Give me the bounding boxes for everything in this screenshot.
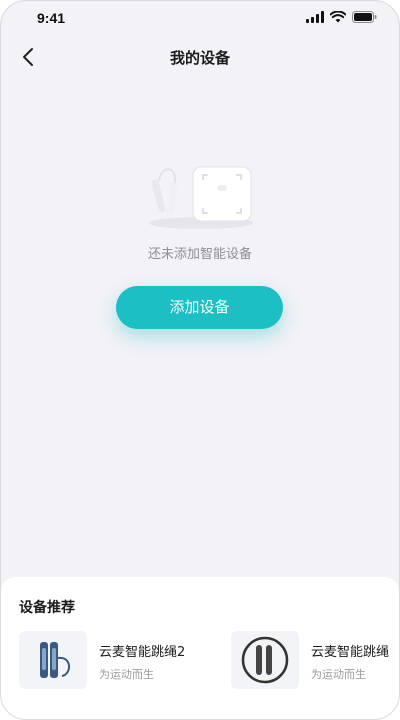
- signal-icon: [306, 11, 324, 23]
- status-icons: [306, 11, 377, 23]
- recommend-item[interactable]: 云麦智能跳绳 为运动而生: [231, 631, 399, 689]
- product-desc: 为运动而生: [99, 668, 154, 681]
- jump-rope-icon: [40, 642, 70, 678]
- status-time: 9:41: [37, 10, 66, 26]
- battery-icon: [352, 11, 377, 23]
- product-desc: 为运动而生: [311, 668, 366, 681]
- phone-frame: 9:41 我的设备 还未添加智能设备 添加设备 设备推荐 云麦智能跳绳2 为运动…: [0, 0, 400, 720]
- empty-devices-illustration: [149, 166, 253, 229]
- empty-state-message: 还未添加智能设备: [147, 247, 252, 262]
- product-image: [19, 631, 87, 689]
- status-bar: 9:41: [1, 1, 399, 35]
- wifi-icon: [330, 11, 346, 23]
- recommend-title: 设备推荐: [19, 600, 75, 616]
- page-title: 我的设备: [169, 49, 230, 67]
- recommend-panel: 设备推荐 云麦智能跳绳2 为运动而生 云麦智能跳绳 为运动而生: [1, 577, 399, 719]
- add-device-button[interactable]: 添加设备: [116, 286, 283, 329]
- product-name: 云麦智能跳绳: [311, 645, 390, 660]
- nav-bar: 我的设备: [1, 35, 399, 79]
- product-name: 云麦智能跳绳2: [99, 645, 186, 660]
- recommend-item-info: 云麦智能跳绳2 为运动而生: [99, 641, 185, 682]
- recommend-list: 云麦智能跳绳2 为运动而生 云麦智能跳绳 为运动而生: [19, 631, 399, 689]
- recommend-item-info: 云麦智能跳绳 为运动而生: [311, 641, 389, 682]
- jump-rope-ring-icon: [241, 636, 289, 684]
- recommend-item[interactable]: 云麦智能跳绳2 为运动而生: [19, 631, 231, 689]
- product-image: [231, 631, 299, 689]
